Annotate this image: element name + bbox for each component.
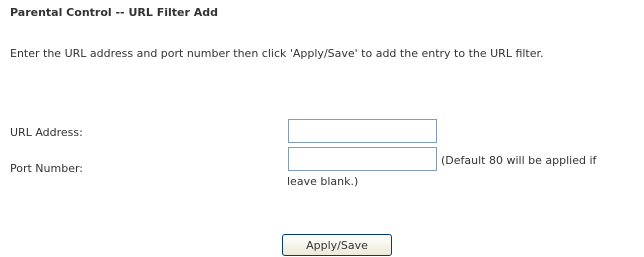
port-default-hint: (Default 80 will be applied if [441,154,597,167]
port-number-input[interactable] [288,147,437,171]
url-address-input[interactable] [288,119,437,143]
apply-save-button[interactable]: Apply/Save [282,234,392,256]
port-default-hint-continued: leave blank.) [287,175,359,188]
port-number-label: Port Number: [10,162,84,175]
instructions-text: Enter the URL address and port number th… [10,47,544,60]
page-title: Parental Control -- URL Filter Add [10,6,218,19]
url-address-label: URL Address: [10,126,83,139]
